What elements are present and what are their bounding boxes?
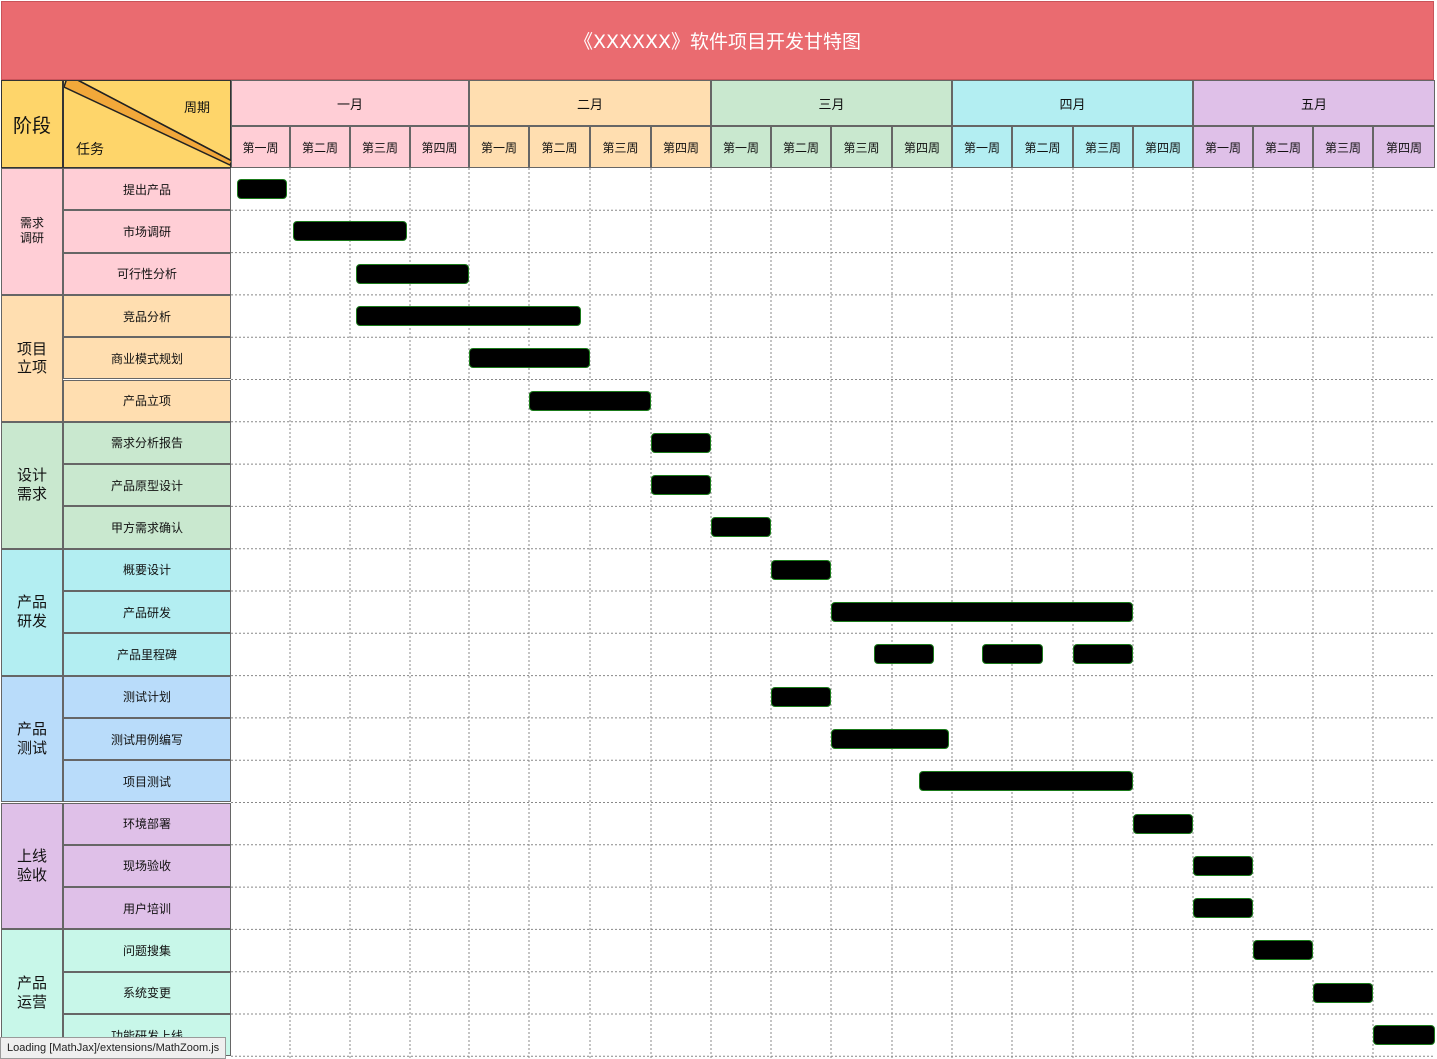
task-label: 任务 [76,142,104,158]
stage-cell: 需求 调研 [1,168,63,295]
week-header: 第四周 [410,126,469,168]
task-cell: 环境部署 [63,802,231,845]
week-header: 第二周 [529,126,590,168]
gantt-bar[interactable] [529,390,651,411]
week-header: 第一周 [1193,126,1253,168]
task-cell: 项目测试 [63,760,231,803]
gantt-bar[interactable] [982,644,1043,665]
week-header: 第三周 [590,126,651,168]
task-cell: 商业模式规划 [63,337,231,380]
task-cell: 产品研发 [63,591,231,634]
gantt-bar[interactable] [651,432,711,453]
gantt-bar[interactable] [831,602,1133,622]
week-header: 第四周 [1373,126,1435,168]
task-cell: 提出产品 [63,168,231,211]
week-header: 第二周 [1012,126,1073,168]
month-header: 五月 [1193,80,1435,126]
week-header: 第一周 [952,126,1012,168]
stage-cell: 上线 验收 [1,802,63,930]
task-cell: 竞品分析 [63,294,231,338]
week-header: 第三周 [831,126,892,168]
gantt-bar[interactable] [1133,813,1193,834]
gantt-bar[interactable] [771,559,831,580]
gantt-bar[interactable] [1073,644,1133,665]
task-cell: 测试用例编写 [63,717,231,761]
stage-cell: 项目 立项 [1,294,63,422]
task-cell: 产品里程碑 [63,633,231,676]
week-header: 第一周 [469,126,529,168]
task-cell: 可行性分析 [63,252,231,295]
gantt-bar[interactable] [919,771,1133,792]
gantt-bar[interactable] [651,475,711,496]
gantt-bar[interactable] [356,263,469,284]
week-header: 第一周 [231,126,290,168]
task-cell: 市场调研 [63,210,231,253]
month-header: 三月 [711,80,952,126]
week-header: 第一周 [711,126,771,168]
task-cell: 问题搜集 [63,929,231,972]
gantt-bar[interactable] [1253,940,1313,961]
gantt-bar[interactable] [1193,898,1253,919]
week-header: 第三周 [1073,126,1133,168]
period-label: 周期 [184,101,211,116]
week-header: 第三周 [350,126,410,168]
gantt-bar[interactable] [711,517,771,538]
week-header: 第三周 [1313,126,1373,168]
period-task-header: 周期 任务 [63,80,232,168]
task-cell: 甲方需求确认 [63,506,231,549]
stage-cell: 产品 研发 [1,548,63,676]
stage-cell: 设计 需求 [1,421,63,549]
task-cell: 测试计划 [63,675,231,718]
task-cell: 用户培训 [63,887,231,930]
week-header: 第四周 [1133,126,1193,168]
gantt-bar[interactable] [236,179,288,199]
gantt-bar[interactable] [356,305,581,326]
task-cell: 产品立项 [63,379,231,422]
stage-header: 阶段 [1,80,63,168]
stage-cell: 产品 测试 [1,675,63,803]
week-header: 第二周 [1253,126,1313,168]
gantt-bar[interactable] [873,644,934,665]
gantt-bar[interactable] [831,728,949,749]
gantt-bar[interactable] [469,348,590,369]
week-header: 第四周 [892,126,952,168]
task-cell: 现场验收 [63,844,231,888]
gantt-bar[interactable] [1193,855,1253,876]
gantt-bar[interactable] [293,221,407,242]
task-cell: 系统变更 [63,971,231,1014]
gantt-bar[interactable] [771,686,831,707]
week-header: 第二周 [290,126,350,168]
month-header: 一月 [231,80,469,126]
week-header: 第四周 [651,126,711,168]
gantt-bar[interactable] [1313,982,1373,1003]
month-header: 二月 [469,80,711,126]
status-bar: Loading [MathJax]/extensions/MathZoom.js [0,1037,227,1059]
chart-title: 《XXXXXX》软件项目开发甘特图 [1,1,1434,80]
task-cell: 产品原型设计 [63,464,231,507]
task-cell: 概要设计 [63,548,231,591]
month-header: 四月 [952,80,1193,126]
gantt-bar[interactable] [1373,1025,1435,1045]
task-cell: 需求分析报告 [63,421,231,465]
week-header: 第二周 [771,126,831,168]
